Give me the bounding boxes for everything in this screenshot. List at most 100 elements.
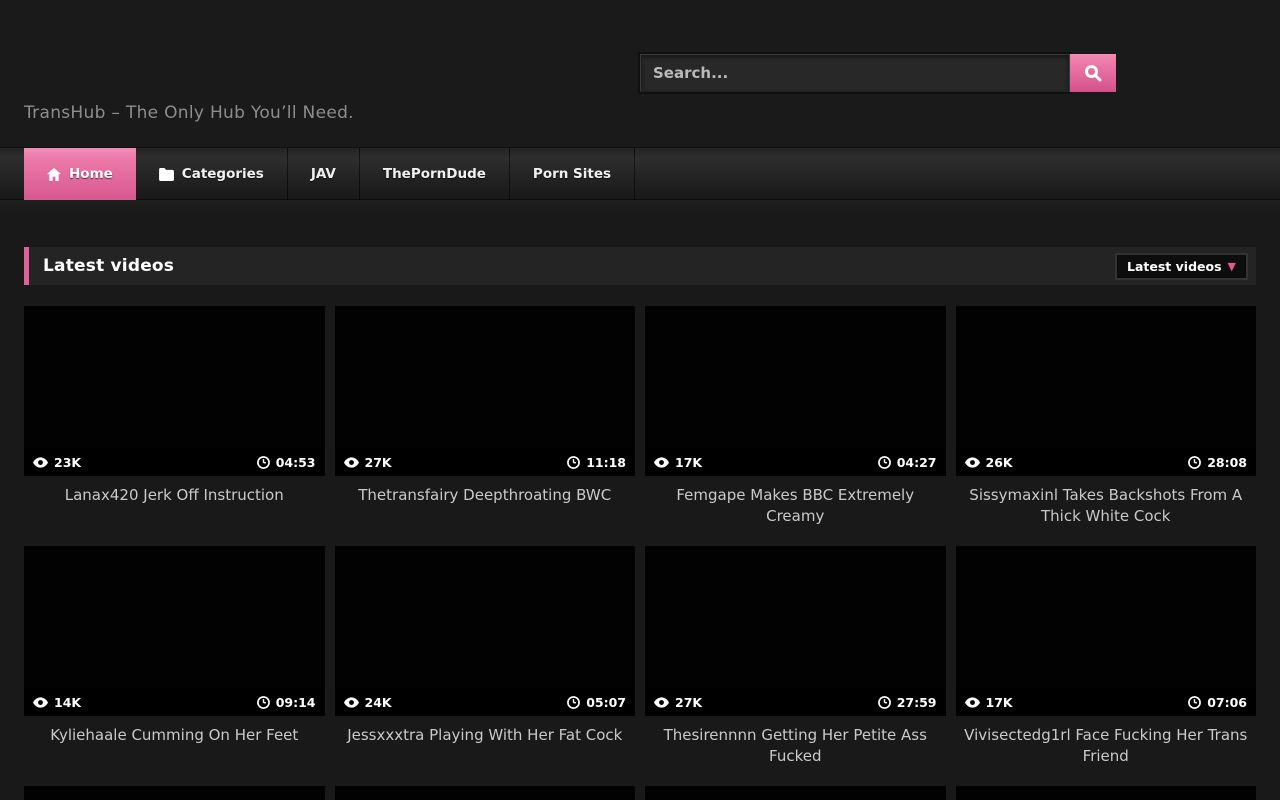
duration-meta: 04:27 <box>878 455 937 470</box>
duration-meta: 11:18 <box>567 455 626 470</box>
video-card[interactable] <box>335 786 636 800</box>
view-count: 23K <box>54 455 81 470</box>
views-meta: 17K <box>965 695 1013 710</box>
video-title[interactable]: Sissymaxinl Takes Backshots From A Thick… <box>962 485 1251 527</box>
views-meta: 27K <box>654 695 702 710</box>
video-card[interactable]: 27K 11:18 Thetransfairy Deepthroating BW… <box>335 306 636 546</box>
thumbnail-overlay: 27K 11:18 <box>335 448 636 476</box>
video-card[interactable] <box>24 786 325 800</box>
video-card[interactable]: 23K 04:53 Lanax420 Jerk Off Instruction <box>24 306 325 546</box>
thumbnail-overlay: 23K 04:53 <box>24 448 325 476</box>
duration-label: 11:18 <box>586 455 626 470</box>
video-title[interactable]: Lanax420 Jerk Off Instruction <box>30 485 319 506</box>
duration-label: 07:06 <box>1207 695 1247 710</box>
view-count: 14K <box>54 695 81 710</box>
video-thumbnail[interactable]: 23K 04:53 <box>24 306 325 476</box>
search-bar <box>640 54 1116 92</box>
nav-tab-label: Categories <box>182 166 264 182</box>
home-icon <box>47 168 61 181</box>
nav-tab-home[interactable]: Home <box>24 148 136 200</box>
search-icon <box>1084 64 1102 82</box>
video-title[interactable]: Kyliehaale Cumming On Her Feet <box>30 725 319 746</box>
duration-meta: 07:06 <box>1188 695 1247 710</box>
video-thumbnail[interactable] <box>335 786 636 800</box>
video-thumbnail[interactable]: 14K 09:14 <box>24 546 325 716</box>
eye-icon <box>965 697 980 708</box>
video-thumbnail[interactable]: 27K 27:59 <box>645 546 946 716</box>
video-card[interactable]: 27K 27:59 Thesirennnn Getting Her Petite… <box>645 546 946 786</box>
clock-icon <box>567 456 580 469</box>
video-card[interactable]: 17K 07:06 Vivisectedg1rl Face Fucking He… <box>956 546 1257 786</box>
video-title[interactable]: Femgape Makes BBC Extremely Creamy <box>651 485 940 527</box>
eye-icon <box>33 697 48 708</box>
clock-icon <box>257 696 270 709</box>
duration-label: 04:27 <box>897 455 937 470</box>
video-thumbnail[interactable]: 17K 07:06 <box>956 546 1257 716</box>
thumbnail-overlay: 17K 04:27 <box>645 448 946 476</box>
thumbnail-overlay: 26K 28:08 <box>956 448 1257 476</box>
view-count: 27K <box>675 695 702 710</box>
thumbnail-overlay: 24K 05:07 <box>335 688 636 716</box>
nav-tab-theporndude[interactable]: ThePornDude <box>360 148 510 200</box>
duration-meta: 09:14 <box>257 695 316 710</box>
duration-label: 27:59 <box>897 695 937 710</box>
video-title[interactable]: Jessxxxtra Playing With Her Fat Cock <box>341 725 630 746</box>
video-card[interactable] <box>956 786 1257 800</box>
video-thumbnail[interactable] <box>24 786 325 800</box>
video-title[interactable]: Thesirennnn Getting Her Petite Ass Fucke… <box>651 725 940 767</box>
eye-icon <box>654 697 669 708</box>
sort-dropdown-label: Latest videos <box>1127 259 1222 274</box>
clock-icon <box>1188 456 1201 469</box>
views-meta: 26K <box>965 455 1013 470</box>
views-meta: 23K <box>33 455 81 470</box>
duration-label: 09:14 <box>276 695 316 710</box>
view-count: 17K <box>986 695 1013 710</box>
video-title[interactable]: Vivisectedg1rl Face Fucking Her Trans Fr… <box>962 725 1251 767</box>
video-card[interactable]: 24K 05:07 Jessxxxtra Playing With Her Fa… <box>335 546 636 786</box>
duration-meta: 04:53 <box>257 455 316 470</box>
video-card[interactable] <box>645 786 946 800</box>
video-title[interactable]: Thetransfairy Deepthroating BWC <box>341 485 630 506</box>
search-button[interactable] <box>1070 54 1116 92</box>
nav-tab-label: Home <box>69 166 113 182</box>
section-header: Latest videos Latest videos ▼ <box>24 247 1256 285</box>
duration-meta: 05:07 <box>567 695 626 710</box>
video-card[interactable]: 26K 28:08 Sissymaxinl Takes Backshots Fr… <box>956 306 1257 546</box>
eye-icon <box>965 457 980 468</box>
nav-tab-porn-sites[interactable]: Porn Sites <box>510 148 635 200</box>
nav-tab-categories[interactable]: Categories <box>136 148 288 200</box>
nav-shadow <box>0 200 1280 215</box>
site-tagline: TransHub – The Only Hub You’ll Need. <box>24 103 354 123</box>
video-thumbnail[interactable]: 27K 11:18 <box>335 306 636 476</box>
nav-tab-label: ThePornDude <box>383 166 486 182</box>
nav-tab-jav[interactable]: JAV <box>288 148 360 200</box>
duration-meta: 28:08 <box>1188 455 1247 470</box>
view-count: 26K <box>986 455 1013 470</box>
video-grid: 23K 04:53 Lanax420 Jerk Off Instruction <box>24 306 1256 800</box>
clock-icon <box>878 456 891 469</box>
eye-icon <box>344 697 359 708</box>
search-input[interactable] <box>640 54 1070 92</box>
clock-icon <box>257 456 270 469</box>
thumbnail-overlay: 17K 07:06 <box>956 688 1257 716</box>
views-meta: 14K <box>33 695 81 710</box>
duration-label: 05:07 <box>586 695 626 710</box>
views-meta: 24K <box>344 695 392 710</box>
video-thumbnail[interactable] <box>645 786 946 800</box>
views-meta: 17K <box>654 455 702 470</box>
sort-dropdown[interactable]: Latest videos ▼ <box>1115 253 1248 280</box>
duration-label: 04:53 <box>276 455 316 470</box>
view-count: 27K <box>365 455 392 470</box>
view-count: 17K <box>675 455 702 470</box>
chevron-down-icon: ▼ <box>1228 261 1236 272</box>
clock-icon <box>878 696 891 709</box>
video-thumbnail[interactable]: 26K 28:08 <box>956 306 1257 476</box>
video-thumbnail[interactable] <box>956 786 1257 800</box>
video-card[interactable]: 14K 09:14 Kyliehaale Cumming On Her Feet <box>24 546 325 786</box>
folder-icon <box>159 168 174 181</box>
video-card[interactable]: 17K 04:27 Femgape Makes BBC Extremely Cr… <box>645 306 946 546</box>
section-title: Latest videos <box>43 256 174 276</box>
video-thumbnail[interactable]: 17K 04:27 <box>645 306 946 476</box>
nav-tab-label: Porn Sites <box>533 166 611 182</box>
video-thumbnail[interactable]: 24K 05:07 <box>335 546 636 716</box>
